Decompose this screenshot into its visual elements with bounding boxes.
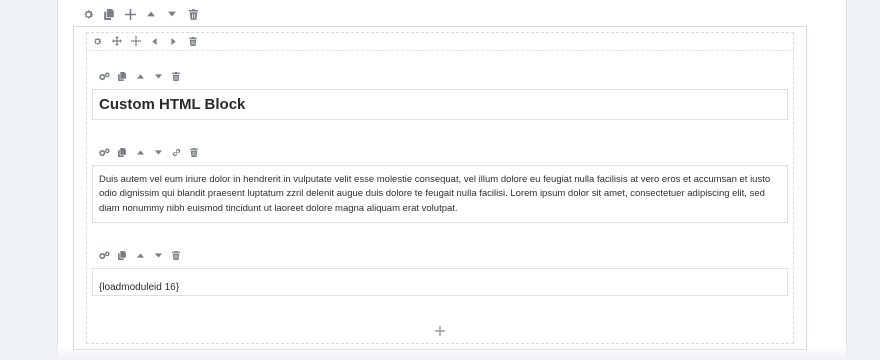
gear-icon[interactable] (88, 34, 107, 48)
gear-icon[interactable] (78, 6, 98, 22)
column-layout-icon[interactable] (126, 34, 145, 48)
caret-down-icon[interactable] (149, 248, 167, 262)
gears-icon[interactable] (95, 69, 113, 83)
caret-down-icon[interactable] (162, 6, 182, 22)
chevron-right-icon[interactable] (164, 34, 183, 48)
addon-toolbar-heading (95, 69, 185, 83)
move-icon[interactable] (107, 34, 126, 48)
caret-up-icon[interactable] (131, 248, 149, 262)
text-addon[interactable]: Duis autem vel eum iriure dolor in hendr… (92, 165, 788, 223)
addon-toolbar-module (95, 248, 185, 262)
text-content: Duis autem vel eum iriure dolor in hendr… (99, 174, 771, 214)
caret-up-icon[interactable] (131, 69, 149, 83)
module-addon[interactable]: {loadmoduleid 16} (92, 268, 788, 296)
caret-up-icon[interactable] (131, 145, 149, 159)
caret-up-icon[interactable] (141, 6, 161, 22)
add-addon-button[interactable] (432, 323, 448, 339)
heading-addon[interactable]: Custom HTML Block (92, 89, 788, 120)
copy-icon[interactable] (113, 145, 131, 159)
trash-icon[interactable] (167, 248, 185, 262)
gears-icon[interactable] (95, 145, 113, 159)
copy-icon[interactable] (113, 248, 131, 262)
caret-down-icon[interactable] (149, 69, 167, 83)
trash-icon[interactable] (185, 145, 203, 159)
plus-icon (435, 326, 445, 336)
heading-text: Custom HTML Block (99, 96, 246, 113)
column-toolbar-divider (86, 50, 794, 51)
trash-icon[interactable] (183, 34, 202, 48)
column-toolbar (88, 34, 202, 48)
copy-icon[interactable] (113, 69, 131, 83)
chevron-left-icon[interactable] (145, 34, 164, 48)
module-shortcode: {loadmoduleid 16} (99, 282, 180, 293)
copy-icon[interactable] (99, 6, 119, 22)
gears-icon[interactable] (95, 248, 113, 262)
row-toolbar (78, 6, 204, 22)
addon-toolbar-text (95, 145, 203, 159)
link-icon[interactable] (167, 145, 185, 159)
trash-icon[interactable] (183, 6, 203, 22)
caret-down-icon[interactable] (149, 145, 167, 159)
plus-icon[interactable] (120, 6, 140, 22)
trash-icon[interactable] (167, 69, 185, 83)
